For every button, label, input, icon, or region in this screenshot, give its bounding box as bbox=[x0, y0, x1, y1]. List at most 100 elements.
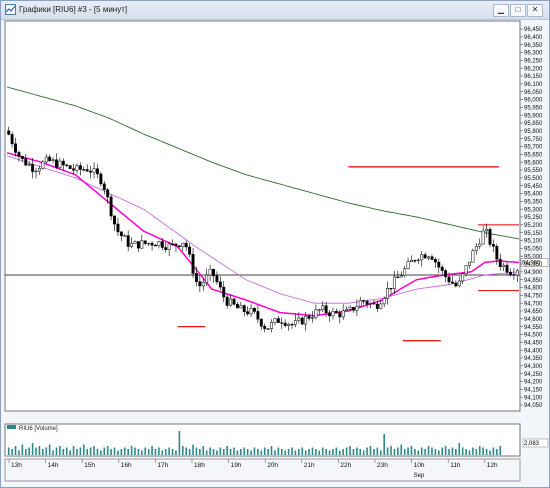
candle-body bbox=[307, 315, 311, 319]
y-tick-label: 94,550 bbox=[524, 325, 543, 331]
candle-body bbox=[331, 311, 335, 317]
title-bar[interactable]: Графики [RIU6] #3 - [5 минут] ▁ □ ✕ bbox=[1, 1, 549, 20]
candle-body bbox=[201, 282, 205, 287]
volume-bar bbox=[137, 449, 140, 455]
volume-bar bbox=[349, 446, 351, 455]
volume-bar bbox=[141, 450, 143, 455]
candle-body bbox=[399, 275, 403, 278]
volume-bar bbox=[212, 449, 215, 455]
candle-body bbox=[334, 311, 338, 314]
volume-bar bbox=[195, 447, 198, 455]
volume-bar bbox=[7, 447, 10, 455]
volume-bar bbox=[72, 446, 75, 455]
volume-bar bbox=[489, 450, 491, 455]
volume-bar bbox=[42, 449, 44, 455]
candle-body bbox=[160, 241, 164, 248]
candle-body bbox=[235, 303, 239, 309]
volume-bar bbox=[103, 447, 106, 455]
candle-body bbox=[126, 235, 130, 247]
candle-body bbox=[191, 254, 195, 274]
candle-body bbox=[14, 143, 17, 153]
y-tick-label: 95,950 bbox=[524, 106, 543, 112]
candle-body bbox=[290, 323, 294, 326]
volume-bar bbox=[171, 449, 174, 455]
volume-bar bbox=[93, 446, 95, 455]
volume-bar bbox=[345, 447, 348, 455]
volume-bar bbox=[280, 449, 283, 455]
y-tick-label: 95,050 bbox=[524, 247, 543, 253]
y-tick-label: 96,100 bbox=[524, 82, 543, 88]
candle-body bbox=[474, 245, 478, 251]
y-tick-label: 96,200 bbox=[524, 66, 543, 72]
volume-bar bbox=[304, 450, 307, 455]
candle-body bbox=[300, 317, 304, 325]
candle-body bbox=[505, 264, 509, 273]
x-tick-label: 20h bbox=[267, 462, 278, 469]
candle-body bbox=[365, 300, 369, 305]
candle-body bbox=[433, 259, 437, 263]
candle-body bbox=[17, 152, 21, 157]
volume-bar bbox=[59, 446, 61, 455]
candle-body bbox=[72, 168, 76, 171]
candle-body bbox=[48, 156, 52, 161]
candle-body bbox=[61, 160, 65, 166]
volume-bar bbox=[455, 449, 457, 455]
candle-body bbox=[447, 276, 451, 283]
volume-bar bbox=[164, 449, 167, 455]
volume-bar bbox=[158, 447, 160, 455]
candle-body bbox=[65, 164, 69, 166]
candle-body bbox=[461, 273, 465, 282]
volume-bar bbox=[236, 450, 239, 455]
volume-bar bbox=[301, 447, 304, 455]
candle-body bbox=[10, 134, 14, 145]
candle-body bbox=[113, 215, 116, 225]
volume-bar bbox=[410, 446, 413, 455]
volume-bar bbox=[321, 447, 324, 455]
volume-bar bbox=[308, 449, 310, 455]
volume-bar bbox=[18, 450, 20, 455]
volume-bar bbox=[76, 449, 78, 455]
y-tick-label: 94,850 bbox=[524, 278, 543, 284]
candle-body bbox=[140, 240, 144, 249]
candle-body bbox=[123, 235, 127, 237]
candle-body bbox=[242, 305, 246, 312]
candle-body bbox=[205, 274, 209, 283]
volume-bar bbox=[127, 449, 129, 455]
y-tick-label: 95,300 bbox=[524, 207, 543, 213]
volume-bar bbox=[376, 447, 379, 455]
volume-bar bbox=[134, 447, 136, 455]
volume-bar bbox=[181, 446, 184, 455]
volume-bar bbox=[154, 449, 157, 455]
volume-bar bbox=[434, 449, 437, 455]
close-button[interactable]: ✕ bbox=[527, 4, 543, 17]
minimize-button[interactable]: ▁ bbox=[493, 4, 509, 17]
volume-bar bbox=[192, 444, 194, 455]
candle-body bbox=[34, 170, 38, 173]
candle-body bbox=[198, 281, 202, 287]
volume-value: 2,083 bbox=[524, 441, 540, 447]
volume-bar bbox=[151, 446, 153, 455]
maximize-button[interactable]: □ bbox=[510, 4, 526, 17]
y-tick-label: 94,950 bbox=[524, 262, 543, 268]
volume-bar bbox=[28, 447, 30, 455]
y-tick-label: 95,550 bbox=[524, 168, 543, 174]
candle-body bbox=[375, 303, 379, 309]
x-tick-label: 13h bbox=[11, 462, 22, 469]
volume-bar bbox=[21, 444, 24, 455]
candle-body bbox=[427, 256, 430, 259]
volume-bar bbox=[130, 446, 133, 455]
volume-bar bbox=[472, 447, 474, 455]
x-tick-label: 23h bbox=[377, 462, 388, 469]
volume-bar bbox=[79, 447, 82, 455]
y-tick-label: 94,350 bbox=[524, 356, 543, 362]
y-tick-label: 95,200 bbox=[524, 223, 543, 229]
candle-body bbox=[164, 247, 168, 250]
y-tick-label: 95,700 bbox=[524, 145, 543, 151]
candle-body bbox=[27, 164, 31, 166]
y-tick-label: 94,800 bbox=[524, 286, 543, 292]
candle-body bbox=[171, 243, 174, 245]
volume-bar bbox=[65, 447, 68, 455]
candle-body bbox=[273, 318, 277, 323]
candle-body bbox=[270, 322, 273, 329]
candle-body bbox=[41, 161, 45, 169]
